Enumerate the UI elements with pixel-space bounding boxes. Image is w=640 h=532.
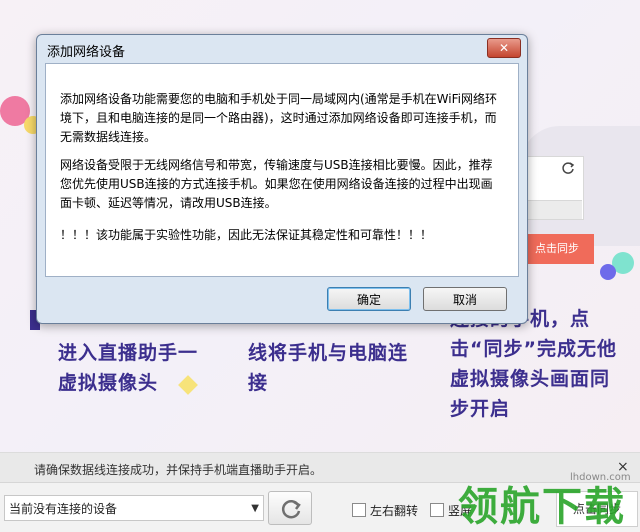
dialog-title: 添加网络设备: [47, 45, 126, 60]
refresh-icon: [281, 500, 301, 519]
dialog-message-2: 网络设备受限于无线网络信号和带宽，传输速度与USB连接相比要慢。因此，推荐您优先…: [60, 158, 493, 210]
vertical-screen-checkbox[interactable]: [430, 503, 444, 517]
ok-button[interactable]: 确定: [327, 287, 411, 311]
refresh-button[interactable]: [268, 491, 312, 525]
refresh-icon[interactable]: [561, 161, 575, 175]
dialog-body: 添加网络设备功能需要您的电脑和手机处于同一局域网内(通常是手机在WiFi网络环境…: [45, 63, 519, 277]
chevron-down-icon: ▼: [251, 503, 259, 514]
sync-button-background[interactable]: 点击同步: [520, 234, 594, 264]
decorative-circle: [600, 264, 616, 280]
status-message: 请确保数据线连接成功，并保持手机端直播助手开启。: [34, 463, 323, 477]
phone-preview-bar: [526, 200, 582, 219]
device-select[interactable]: 当前没有连接的设备 ▼: [4, 495, 264, 521]
watermark-url: lhdown.com: [570, 472, 631, 483]
add-network-device-dialog: 添加网络设备 ✕ 添加网络设备功能需要您的电脑和手机处于同一局域网内(通常是手机…: [36, 34, 528, 324]
flip-horizontal-label: 左右翻转: [370, 504, 419, 518]
cancel-button[interactable]: 取消: [423, 287, 507, 311]
flip-horizontal-checkbox[interactable]: [352, 503, 366, 517]
step-2-text: 线将手机与电脑连接: [248, 342, 409, 394]
step-1-text: 进入直播助手一虚拟摄像头: [58, 342, 199, 394]
device-select-value: 当前没有连接的设备: [9, 502, 118, 516]
dialog-message-1: 添加网络设备功能需要您的电脑和手机处于同一局域网内(通常是手机在WiFi网络环境…: [60, 92, 497, 144]
close-icon[interactable]: ✕: [487, 38, 521, 58]
dialog-message-3: ！！！该功能属于实验性功能，因此无法保证其稳定性和可靠性！！！: [60, 228, 433, 242]
